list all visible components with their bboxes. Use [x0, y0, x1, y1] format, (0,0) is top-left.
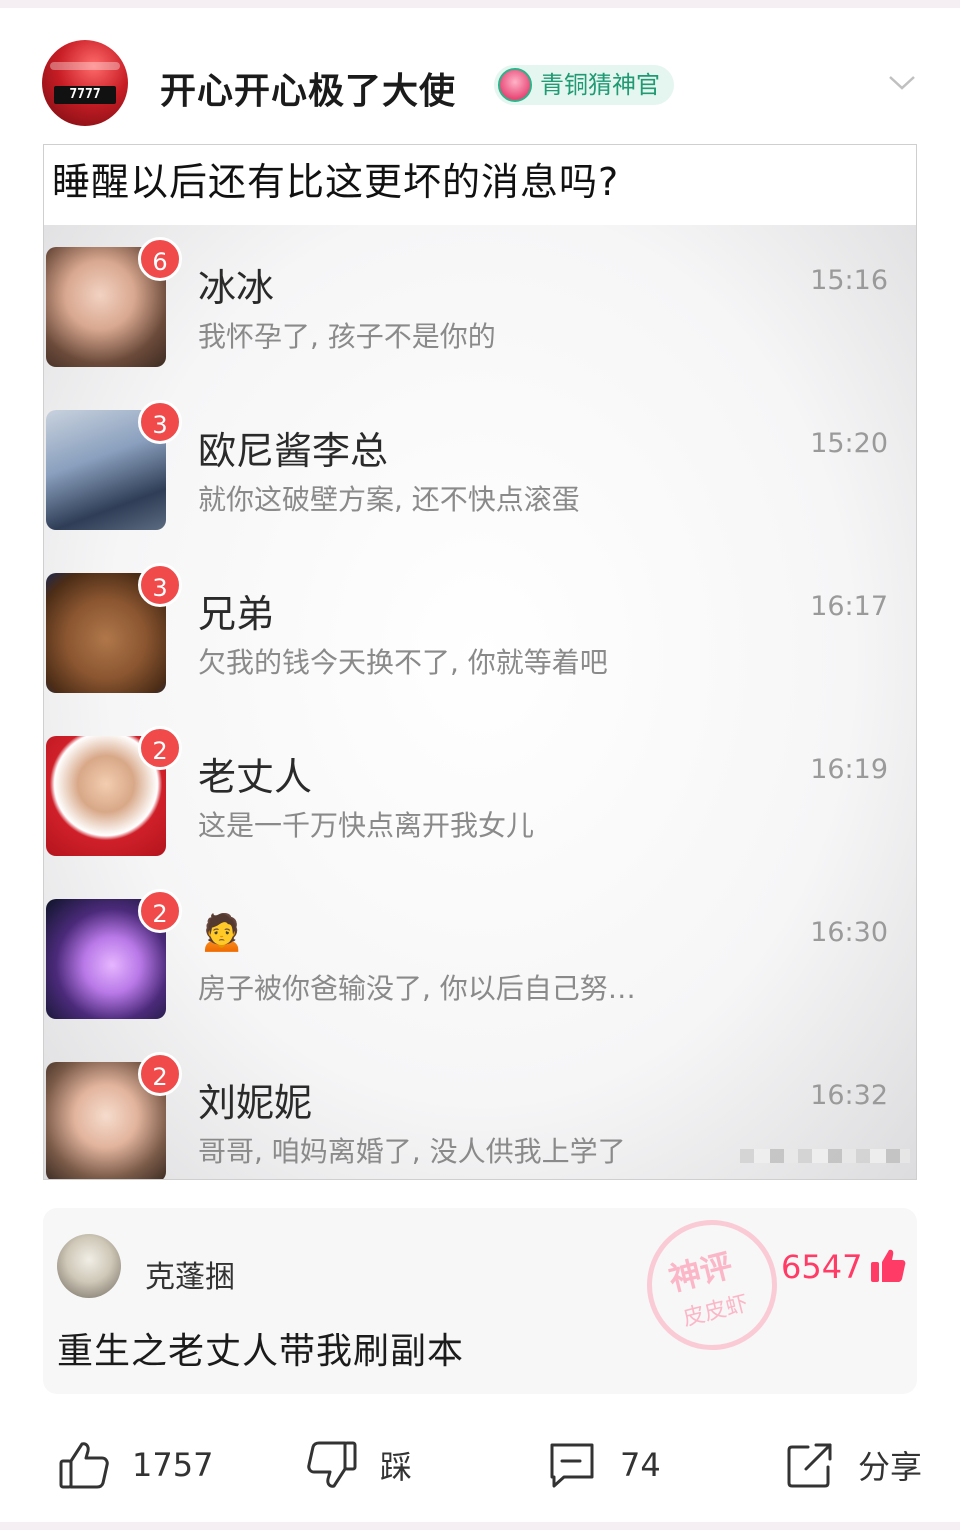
avatar[interactable]: 7777	[42, 40, 128, 126]
chat-time: 15:20	[810, 428, 888, 459]
comment-count: 74	[620, 1446, 661, 1484]
chat-message: 哥哥, 咱妈离婚了, 没人供我上学了	[198, 1135, 626, 1168]
share-button[interactable]: 分享	[784, 1430, 922, 1500]
chat-item: 2 🙍 16:30 房子被你爸输没了, 你以后自己努…	[44, 877, 916, 1040]
thumbs-up-icon[interactable]	[869, 1246, 907, 1284]
chat-item: 2 老丈人 16:19 这是一千万快点离开我女儿	[44, 714, 916, 877]
unread-badge: 2	[138, 1052, 182, 1096]
post-image[interactable]: 睡醒以后还有比这更坏的消息吗? 6 冰冰 15:16 我怀孕了, 孩子不是你的 …	[43, 144, 917, 1180]
chat-message: 我怀孕了, 孩子不是你的	[198, 320, 496, 353]
unread-badge: 6	[138, 237, 182, 281]
status-strip	[0, 0, 960, 8]
comment-like-count: 6547	[781, 1248, 863, 1286]
thumbs-down-icon	[307, 1441, 357, 1488]
share-label: 分享	[858, 1448, 923, 1486]
unread-badge: 2	[138, 726, 182, 770]
chat-name: 🙍	[198, 909, 246, 953]
like-button[interactable]: 1757	[58, 1430, 213, 1500]
chat-name: 老丈人	[198, 755, 313, 799]
dislike-button[interactable]: 踩	[306, 1430, 412, 1500]
chat-message: 欠我的钱今天换不了, 你就等着吧	[198, 646, 608, 679]
dislike-label: 踩	[380, 1448, 413, 1486]
comment-icon	[550, 1443, 594, 1488]
chat-list: 6 冰冰 15:16 我怀孕了, 孩子不是你的 3 欧尼酱李总 15:20 就你…	[44, 225, 916, 1179]
like-count: 1757	[132, 1446, 214, 1484]
user-badge[interactable]: 青铜猜神官	[494, 65, 674, 105]
stamp-watermark: 神评 皮皮虾	[633, 1208, 791, 1364]
chat-time: 16:19	[810, 754, 888, 785]
chat-time: 16:30	[810, 917, 888, 948]
chat-name: 兄弟	[198, 592, 275, 636]
chat-time: 16:17	[810, 591, 888, 622]
chat-message: 这是一千万快点离开我女儿	[198, 809, 535, 842]
badge-label: 青铜猜神官	[540, 71, 660, 99]
chat-time: 16:32	[810, 1080, 888, 1111]
chat-name: 欧尼酱李总	[198, 429, 389, 473]
comment-text: 重生之老丈人带我刷副本	[57, 1331, 465, 1372]
badge-icon	[498, 68, 532, 102]
chat-message: 就你这破壁方案, 还不快点滚蛋	[198, 483, 580, 516]
share-icon	[787, 1443, 832, 1488]
username[interactable]: 开心开心极了大使	[160, 62, 456, 114]
action-bar: 1757 踩 74 分享	[0, 1420, 960, 1510]
unread-badge: 3	[138, 563, 182, 607]
chat-name: 刘妮妮	[198, 1081, 313, 1125]
chat-message: 房子被你爸输没了, 你以后自己努…	[198, 972, 636, 1005]
chevron-down-icon[interactable]	[888, 68, 916, 96]
chat-item: 3 欧尼酱李总 15:20 就你这破壁方案, 还不快点滚蛋	[44, 388, 916, 551]
chat-item: 3 兄弟 16:17 欠我的钱今天换不了, 你就等着吧	[44, 551, 916, 714]
thumbs-up-icon	[59, 1442, 109, 1489]
avatar-plate: 7777	[54, 86, 116, 104]
unread-badge: 3	[138, 400, 182, 444]
chat-name: 冰冰	[198, 266, 275, 310]
chat-time: 15:16	[810, 265, 888, 296]
unread-badge: 2	[138, 889, 182, 933]
top-comment[interactable]: 克蓬捆 重生之老丈人带我刷副本 神评 皮皮虾 6547	[43, 1208, 917, 1394]
post-header: 7777 开心开心极了大使 青铜猜神官	[0, 30, 960, 140]
chat-item: 6 冰冰 15:16 我怀孕了, 孩子不是你的	[44, 225, 916, 388]
comment-button[interactable]: 74	[546, 1430, 661, 1500]
comment-avatar[interactable]	[57, 1234, 121, 1298]
pixelated-watermark	[740, 1149, 910, 1163]
bottom-strip	[0, 1522, 960, 1530]
image-caption: 睡醒以后还有比这更坏的消息吗?	[52, 160, 620, 204]
comment-author[interactable]: 克蓬捆	[145, 1252, 235, 1296]
avatar-highlight	[50, 62, 120, 70]
